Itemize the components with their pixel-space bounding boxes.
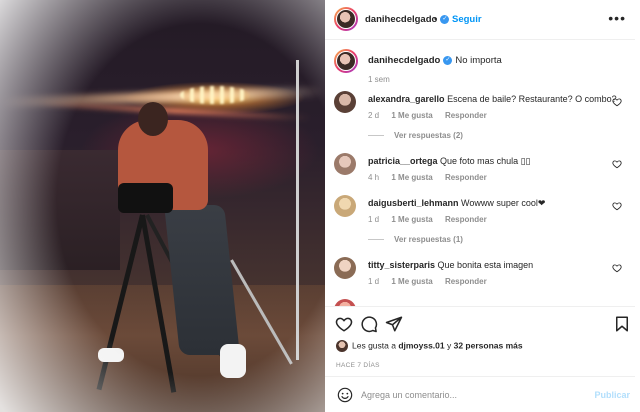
liker-username[interactable]: djmoyss.01 [398, 340, 444, 350]
comment-text: Que bonita esta imagen [437, 260, 534, 270]
comment-bubble-icon[interactable] [360, 315, 378, 333]
heart-icon[interactable] [612, 159, 622, 169]
more-options-icon[interactable]: ••• [608, 10, 626, 26]
comment-username[interactable]: titty_sisterparis [368, 260, 435, 270]
comment-body: daigusberti_lehmann Wowww super cool❤ 1 … [368, 197, 618, 224]
follow-button[interactable]: Seguir [452, 14, 482, 25]
author-username-text[interactable]: danihecdelgado [365, 14, 437, 25]
comment-time[interactable]: 1 d [368, 215, 379, 224]
add-comment-bar: Publicar [325, 376, 640, 412]
view-replies-label[interactable]: Ver respuestas (1) [394, 235, 463, 244]
comment-likes[interactable]: 1 Me gusta [391, 111, 432, 120]
comment-username[interactable]: alexandra_garello [368, 94, 445, 104]
comment-body: patricia__ortega Que foto mas chula ▯▯ 4… [368, 155, 618, 182]
commenter-avatar[interactable] [334, 195, 356, 217]
scrollbar[interactable] [635, 0, 640, 412]
likes-summary: Les gusta a djmoyss.01 y 32 personas más [336, 340, 523, 352]
comment-input[interactable] [361, 385, 581, 405]
likes-prefix: Les gusta a [352, 340, 399, 351]
author-avatar[interactable] [334, 49, 358, 73]
photo-vignette [0, 0, 325, 412]
commenter-avatar[interactable] [334, 257, 356, 279]
comments-list[interactable]: danihecdelgado ✓ No importa 1 sem alexandr… [325, 41, 640, 306]
comment-likes[interactable]: 1 Me gusta [391, 173, 432, 182]
post-caption: danihecdelgado ✓ No importa 1 sem [334, 49, 634, 89]
likes-conjunction: y [444, 340, 454, 351]
comment-text: Escena de baile? Restaurante? O combo? [447, 94, 617, 104]
commenter-avatar[interactable] [334, 153, 356, 175]
comment-line: titty_sisterparis Que bonita esta imagen [368, 259, 618, 271]
comment-text: Que foto mas chula ▯▯ [440, 156, 531, 166]
comment-username[interactable]: daigusberti_lehmann [368, 198, 459, 208]
post-photo[interactable] [0, 0, 325, 412]
post-side-panel: danihecdelgado ✓ • Seguir ••• danihecdelg… [325, 0, 640, 412]
heart-icon[interactable] [612, 97, 622, 107]
comment-text: Wowww super cool❤ [461, 198, 546, 208]
comment-line: alexandra_garello Escena de baile? Resta… [368, 93, 618, 105]
reply-button[interactable]: Responder [445, 173, 487, 182]
caption-username[interactable]: danihecdelgado ✓ No importa [368, 55, 502, 66]
like-heart-icon[interactable] [335, 315, 353, 333]
share-send-icon[interactable] [385, 315, 403, 333]
comment-body: alexandra_garello Escena de baile? Resta… [368, 93, 618, 120]
post-header: danihecdelgado ✓ • Seguir ••• [325, 0, 640, 40]
view-replies-button[interactable]: Ver respuestas (2) [368, 131, 463, 140]
verified-icon: ✓ [440, 14, 450, 24]
comment-time[interactable]: 2 d [368, 111, 379, 120]
comment-username[interactable]: patricia__ortega [368, 156, 438, 166]
comment-meta: 2 d 1 Me gusta Responder [368, 111, 618, 120]
comment-likes[interactable]: 1 Me gusta [391, 277, 432, 286]
comment-line: patricia__ortega Que foto mas chula ▯▯ [368, 155, 618, 167]
view-replies-label[interactable]: Ver respuestas (2) [394, 131, 463, 140]
comment-time[interactable]: 4 h [368, 173, 379, 182]
caption-time[interactable]: 1 sem [368, 75, 390, 84]
comment-body: titty_sisterparis Que bonita esta imagen… [368, 259, 618, 286]
reply-button[interactable]: Responder [445, 277, 487, 286]
heart-icon[interactable] [612, 263, 622, 273]
caption-text: No importa [455, 55, 502, 66]
reply-button[interactable]: Responder [445, 215, 487, 224]
reply-button[interactable]: Responder [445, 111, 487, 120]
publish-button[interactable]: Publicar [594, 390, 630, 400]
view-replies-button[interactable]: Ver respuestas (1) [368, 235, 463, 244]
post-timestamp[interactable]: HACE 7 DÍAS [336, 362, 380, 369]
post-actions [325, 306, 640, 338]
author-avatar[interactable] [334, 7, 358, 31]
caption-username-text[interactable]: danihecdelgado [368, 55, 440, 66]
likes-others-link[interactable]: 32 personas más [454, 340, 523, 350]
heart-icon[interactable] [612, 201, 622, 211]
comment-line: daigusberti_lehmann Wowww super cool❤ [368, 197, 618, 209]
emoji-icon[interactable] [337, 387, 353, 403]
separator-dot: • [434, 14, 438, 24]
verified-icon: ✓ [443, 55, 453, 65]
comment-meta: 1 d 1 Me gusta Responder [368, 215, 618, 224]
replies-line [368, 239, 384, 241]
liker-avatar[interactable] [336, 340, 348, 352]
comment-likes[interactable]: 1 Me gusta [391, 215, 432, 224]
save-bookmark-icon[interactable] [613, 315, 631, 333]
instagram-post-modal: danihecdelgado ✓ • Seguir ••• danihecdelg… [0, 0, 640, 412]
commenter-avatar[interactable] [334, 91, 356, 113]
comment-time[interactable]: 1 d [368, 277, 379, 286]
comment-meta: 4 h 1 Me gusta Responder [368, 173, 618, 182]
commenter-avatar[interactable] [334, 299, 356, 306]
replies-line [368, 135, 384, 137]
comment-meta: 1 d 1 Me gusta Responder [368, 277, 618, 286]
